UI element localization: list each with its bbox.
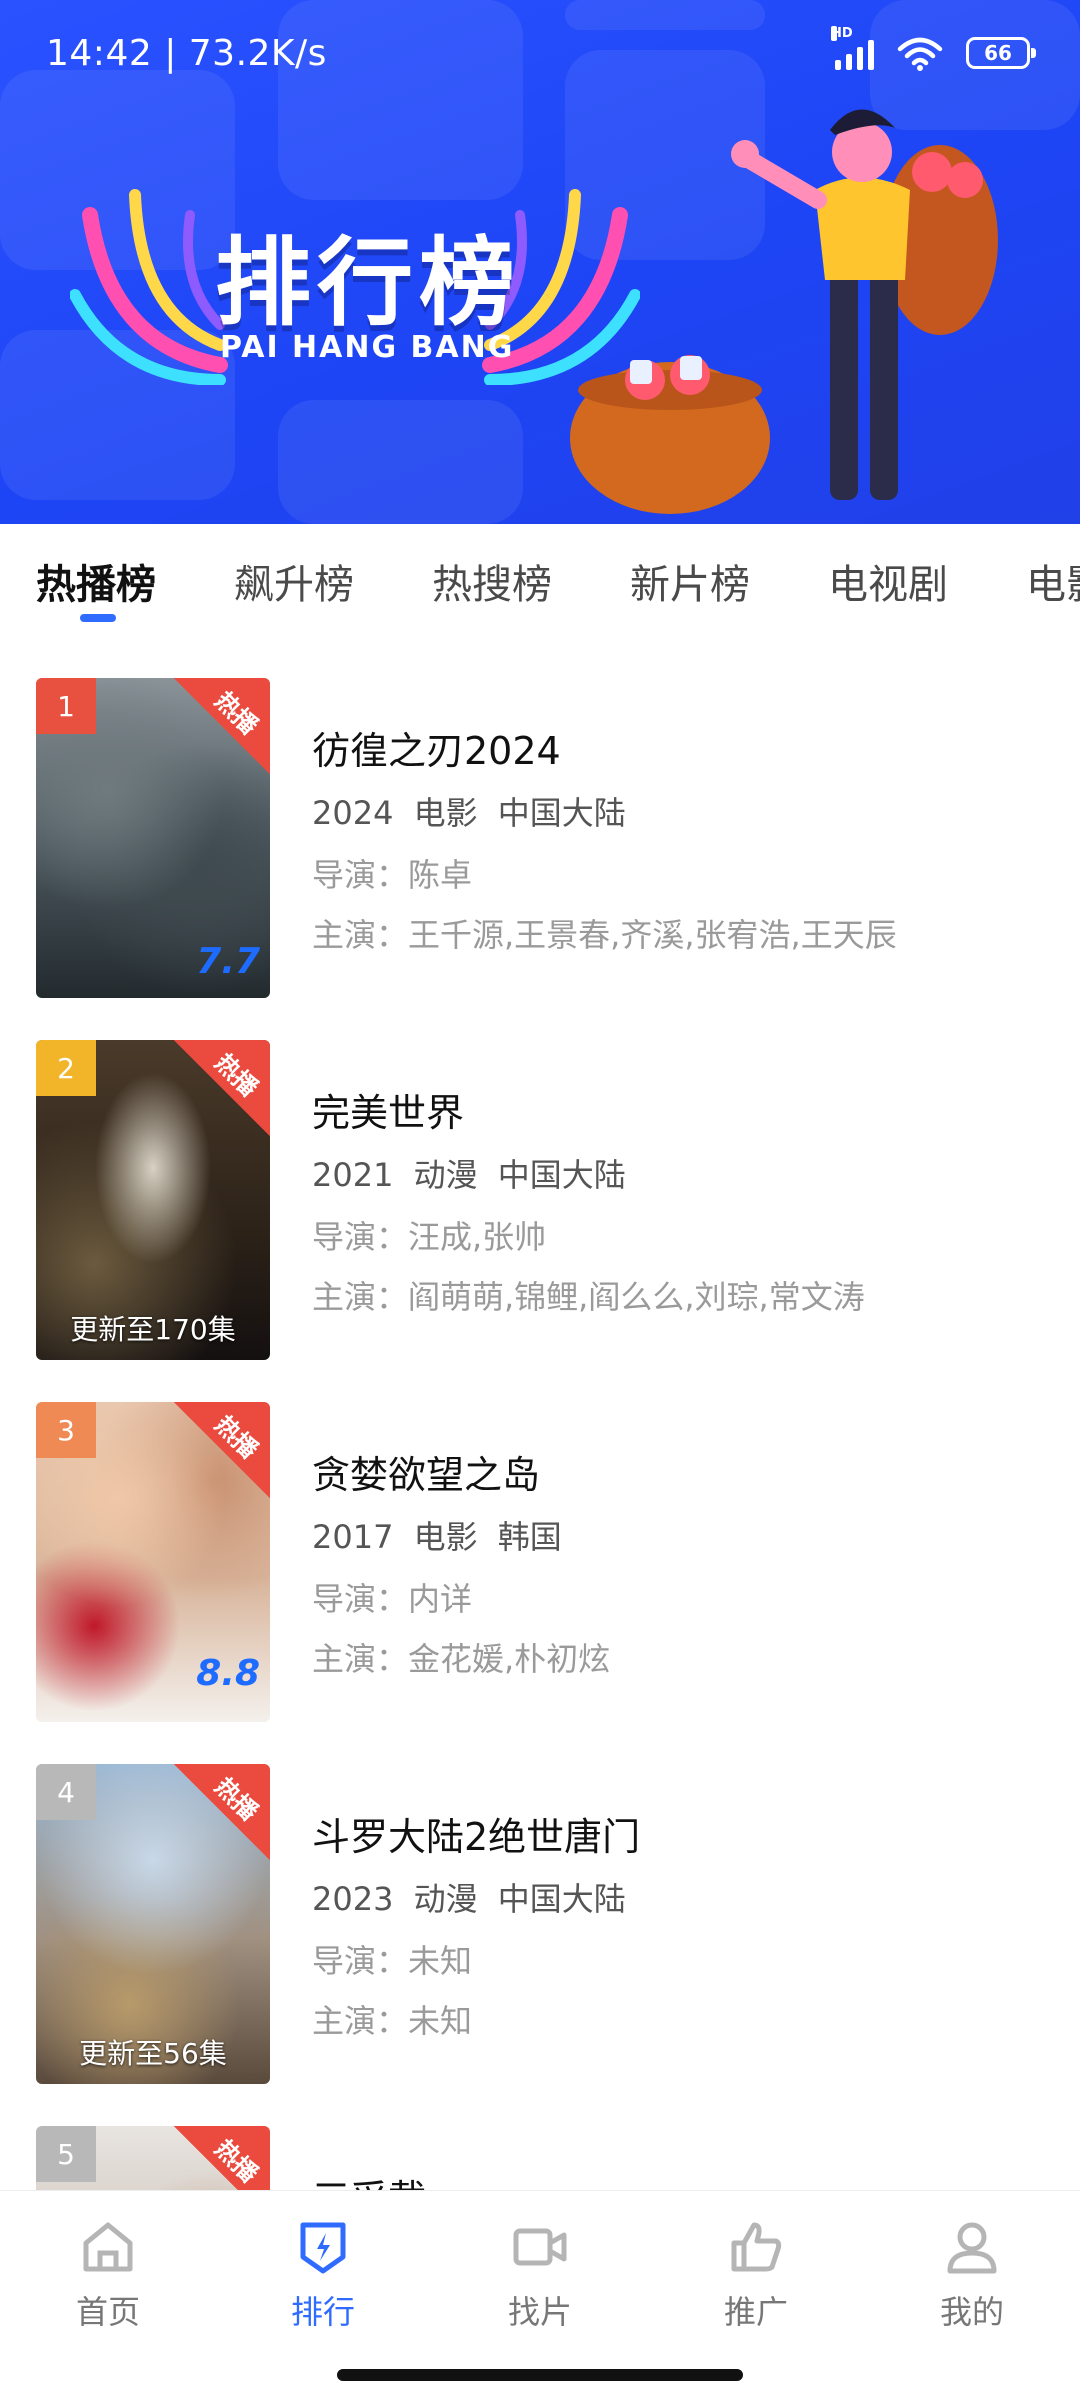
nav-ranking[interactable]: 排行 (253, 2217, 393, 2333)
nav-profile-label: 我的 (939, 2293, 1004, 2331)
home-indicator-bar (337, 2369, 743, 2381)
nav-ranking-label: 排行 (290, 2293, 355, 2331)
item-director: 导演：汪成,张帅 (312, 1218, 547, 1256)
banner-subtitle: PAI HANG BANG (220, 330, 515, 365)
item-title[interactable]: 彷徨之刃2024 (312, 720, 561, 775)
item-meta: 2023 动漫 中国大陆 (312, 1880, 626, 1918)
item-title[interactable]: 斗罗大陆2绝世唐门 (312, 1806, 640, 1861)
ranking-banner: 14:42 | 73.2K/s HD 66 排行榜 PAI HANG BANG (0, 0, 1080, 524)
rank-badge: 1 (36, 678, 96, 734)
ranking-page: 14:42 | 73.2K/s HD 66 排行榜 PAI HANG BANG … (0, 0, 1080, 2400)
tab-hot-play[interactable]: 热播榜 (36, 552, 156, 610)
item-title[interactable]: 贪婪欲望之岛 (312, 1444, 540, 1499)
status-bar: 14:42 | 73.2K/s HD 66 (46, 26, 1036, 78)
item-director: 导演：陈卓 (312, 856, 473, 894)
tab-new-releases[interactable]: 新片榜 (630, 552, 750, 610)
rank-badge: 5 (36, 2126, 96, 2182)
nav-find-videos-label: 找片 (507, 2293, 572, 2331)
item-cast: 主演：金花媛,朴初炫 (312, 1640, 611, 1678)
video-camera-icon (513, 2228, 567, 2266)
ranking-tabs: 热播榜 飙升榜 热搜榜 新片榜 电视剧 电影 (0, 530, 1080, 640)
tab-tv-series[interactable]: 电视剧 (828, 552, 948, 610)
battery-icon: 66 (966, 37, 1036, 69)
banner-bg-tile (278, 400, 523, 524)
item-meta: 2024 电影 中国大陆 (312, 794, 626, 832)
battery-level: 66 (984, 41, 1012, 65)
nav-promote-label: 推广 (723, 2293, 788, 2331)
user-icon (947, 2222, 997, 2274)
poster-image[interactable]: 1 热播 7.7 (36, 678, 270, 998)
score-label: 7.7 (196, 941, 260, 982)
item-title[interactable]: 完美世界 (312, 1082, 464, 1137)
item-director: 导演：内详 (312, 1580, 473, 1618)
status-icons: HD 66 (831, 26, 1036, 71)
poster-image[interactable]: 3 热播 8.8 (36, 1402, 270, 1722)
rank-badge: 4 (36, 1764, 96, 1820)
item-meta: 2021 动漫 中国大陆 (312, 1156, 626, 1194)
network-badge: HD (831, 26, 853, 41)
item-cast: 主演：未知 (312, 2002, 473, 2040)
list-item[interactable]: 3 热播 8.8 贪婪欲望之岛 2017 电影 韩国 导演：内详 主演：金花媛,… (0, 1402, 1080, 1724)
thumbs-up-icon (731, 2222, 782, 2272)
list-item[interactable]: 1 热播 7.7 彷徨之刃2024 2024 电影 中国大陆 导演：陈卓 主演：… (0, 678, 1080, 1000)
tab-movies[interactable]: 电影 (1026, 552, 1080, 610)
item-cast: 主演：阎萌萌,锦鲤,阎么么,刘琮,常文涛 (312, 1278, 865, 1316)
character-illustration (570, 109, 998, 514)
rank-badge: 2 (36, 1040, 96, 1096)
list-item[interactable]: 4 热播 更新至56集 斗罗大陆2绝世唐门 2023 动漫 中国大陆 导演：未知… (0, 1764, 1080, 2086)
episode-update-label: 更新至56集 (79, 2037, 227, 2070)
poster-image[interactable]: 4 热播 更新至56集 (36, 1764, 270, 2084)
ranking-icon (300, 2222, 346, 2274)
nav-home[interactable]: 首页 (38, 2217, 178, 2333)
rank-badge: 3 (36, 1402, 96, 1458)
item-director: 导演：未知 (312, 1942, 473, 1980)
nav-promote[interactable]: 推广 (686, 2217, 826, 2333)
banner-title: 排行榜 (215, 227, 521, 339)
status-time: 14:42 | 73.2K/s (46, 32, 327, 74)
poster-image[interactable]: 2 热播 更新至170集 (36, 1040, 270, 1360)
nav-find-videos[interactable]: 找片 (470, 2217, 610, 2333)
nav-home-label: 首页 (75, 2293, 140, 2331)
score-label: 8.8 (196, 1653, 260, 1694)
banner-bg-tile (565, 0, 765, 30)
signal-icon: HD (831, 26, 874, 70)
active-tab-indicator (80, 614, 116, 622)
tab-hot-search[interactable]: 热搜榜 (432, 552, 552, 610)
item-cast: 主演：王千源,王景春,齐溪,张宥浩,王天辰 (312, 916, 897, 954)
home-icon (83, 2222, 133, 2272)
nav-profile[interactable]: 我的 (902, 2217, 1042, 2333)
episode-update-label: 更新至170集 (70, 1313, 236, 1346)
list-item[interactable]: 2 热播 更新至170集 完美世界 2021 动漫 中国大陆 导演：汪成,张帅 … (0, 1040, 1080, 1362)
tab-rising[interactable]: 飙升榜 (234, 552, 354, 610)
wifi-icon (897, 37, 943, 71)
item-meta: 2017 电影 韩国 (312, 1518, 562, 1556)
